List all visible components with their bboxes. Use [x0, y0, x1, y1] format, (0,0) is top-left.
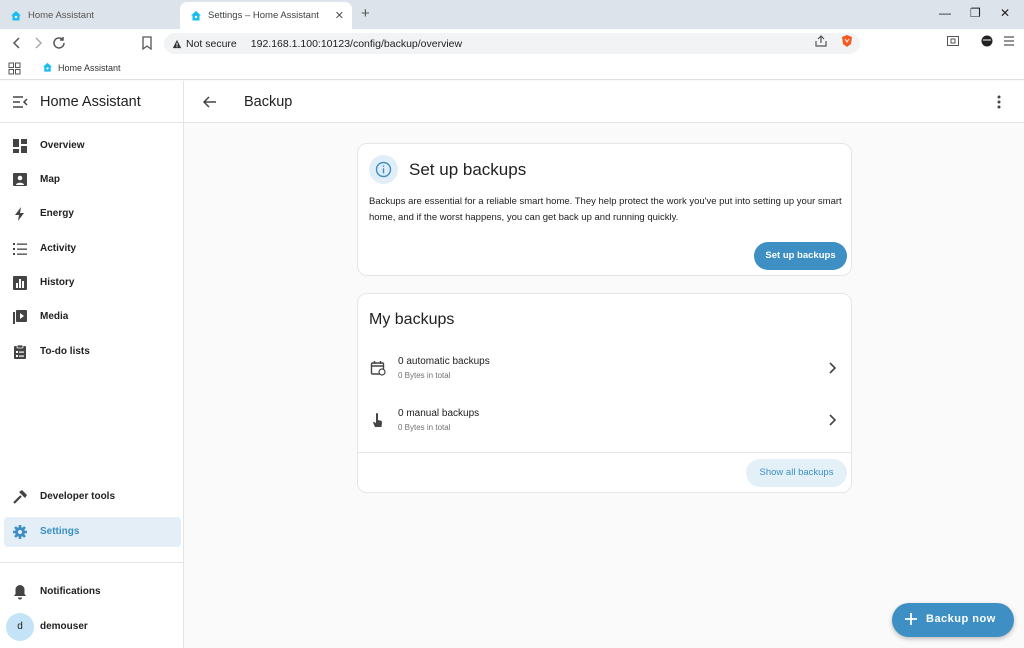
home-assistant-logo-icon	[42, 62, 53, 72]
sidebar-item-label: Settings	[40, 526, 80, 537]
menu-open-icon[interactable]	[12, 95, 28, 109]
dashboard-icon	[13, 139, 27, 153]
row-subtitle: 0 Bytes in total	[398, 371, 451, 380]
tab-title: Home Assistant	[28, 10, 94, 21]
tab-title: Settings – Home Assistant	[208, 10, 319, 21]
map-icon	[13, 173, 27, 186]
setup-card-description: Backups are essential for a reliable sma…	[369, 196, 842, 223]
bookmarks-bar: Home Assistant	[0, 58, 1024, 80]
sidebar-item-label: Energy	[40, 208, 74, 219]
plus-icon	[905, 613, 917, 625]
sidebar-item-label: Overview	[40, 140, 85, 151]
close-window-button[interactable]: ✕	[1000, 6, 1010, 20]
page-toolbar: Backup	[184, 81, 1024, 123]
sidebar-item-user[interactable]: demouser	[4, 612, 181, 642]
reload-icon[interactable]	[51, 35, 67, 51]
clipboard-icon	[14, 344, 26, 359]
brave-shield-icon[interactable]	[840, 34, 854, 48]
home-assistant-logo-icon	[11, 10, 21, 20]
bookmark-icon[interactable]	[139, 35, 155, 51]
set-up-backups-button[interactable]: Set up backups	[754, 242, 847, 270]
bookmark-home-assistant[interactable]: Home Assistant	[42, 62, 121, 73]
restore-window-button[interactable]: ❐	[970, 6, 981, 20]
apps-grid-icon[interactable]	[8, 62, 21, 75]
sidebar-header: Home Assistant	[0, 81, 183, 123]
share-icon[interactable]	[814, 34, 828, 48]
page-title: Backup	[244, 94, 293, 110]
sidebar-item-todo-lists[interactable]: To-do lists	[4, 337, 181, 367]
chevron-right-icon	[829, 362, 837, 374]
sidebar-item-history[interactable]: History	[4, 268, 181, 298]
backup-now-button[interactable]: Backup now	[892, 603, 1014, 637]
back-arrow-icon[interactable]	[202, 94, 218, 110]
close-tab-icon[interactable]: ✕	[335, 9, 344, 22]
bell-icon	[14, 585, 26, 600]
chart-icon	[13, 276, 27, 290]
sidebar-item-label: Media	[40, 311, 69, 322]
hamburger-menu-icon[interactable]	[1002, 34, 1016, 48]
sidebar-item-developer-tools[interactable]: Developer tools	[4, 482, 181, 512]
forward-arrow-icon[interactable]	[30, 35, 46, 51]
sidebar-item-label: Notifications	[40, 586, 101, 597]
browser-tab-settings[interactable]: Settings – Home Assistant ✕	[180, 2, 352, 29]
list-icon	[13, 243, 27, 255]
automatic-backups-row[interactable]: 0 automatic backups 0 Bytes in total	[358, 344, 851, 392]
fab-label: Backup now	[926, 613, 996, 625]
sidebar-panel-icon[interactable]	[946, 34, 960, 48]
gear-icon	[13, 525, 27, 539]
sidebar-item-map[interactable]: Map	[4, 165, 181, 195]
setup-card-title: Set up backups	[409, 160, 527, 179]
calendar-sync-icon	[370, 361, 386, 376]
sidebar-item-notifications[interactable]: Notifications	[4, 577, 181, 607]
sidebar-item-label: Activity	[40, 243, 77, 254]
chevron-right-icon	[829, 414, 837, 426]
row-title: 0 automatic backups	[398, 356, 490, 367]
sidebar-item-activity[interactable]: Activity	[4, 234, 181, 264]
home-assistant-logo-icon	[191, 10, 201, 20]
security-label: Not secure	[186, 37, 237, 50]
card-divider	[358, 452, 851, 453]
new-tab-icon[interactable]: +	[361, 5, 370, 22]
browser-tab-home-assistant[interactable]: Home Assistant	[0, 2, 178, 29]
lightning-icon	[15, 207, 24, 221]
more-vert-icon[interactable]	[994, 94, 1004, 110]
security-indicator[interactable]: Not secure	[172, 38, 237, 50]
url-text: 192.168.1.100:10123/config/backup/overvi…	[250, 37, 463, 50]
row-subtitle: 0 Bytes in total	[398, 423, 451, 432]
sidebar-item-label: Map	[40, 174, 60, 185]
browser-tab-strip: Home Assistant Settings – Home Assistant…	[0, 0, 1024, 29]
sidebar-title: Home Assistant	[40, 94, 141, 110]
warning-icon	[172, 39, 182, 48]
sidebar-item-label: To-do lists	[40, 346, 90, 357]
sidebar-item-media[interactable]: Media	[4, 302, 181, 332]
hammer-icon	[13, 490, 27, 504]
address-bar[interactable]: Not secure 192.168.1.100:10123/config/ba…	[164, 33, 860, 54]
ha-sidebar: Home Assistant Overview Map Energy Activ…	[0, 81, 184, 648]
my-backups-card: My backups 0 automatic backups 0 Bytes i…	[357, 293, 852, 493]
wallet-icon[interactable]	[980, 34, 994, 48]
sidebar-item-settings[interactable]: Settings	[4, 517, 181, 547]
sidebar-item-energy[interactable]: Energy	[4, 199, 181, 229]
my-backups-title: My backups	[369, 311, 455, 328]
bookmark-label: Home Assistant	[58, 62, 121, 73]
sidebar-divider	[0, 562, 183, 563]
media-icon	[13, 310, 27, 324]
manual-backups-row[interactable]: 0 manual backups 0 Bytes in total	[358, 396, 851, 444]
user-name: demouser	[40, 621, 88, 632]
minimize-window-button[interactable]: —	[939, 6, 951, 20]
back-arrow-icon[interactable]	[9, 35, 25, 51]
row-title: 0 manual backups	[398, 408, 480, 419]
sidebar-item-label: Developer tools	[40, 491, 116, 502]
sidebar-item-overview[interactable]: Overview	[4, 131, 181, 161]
gesture-tap-icon	[373, 413, 383, 427]
info-icon	[369, 155, 398, 184]
browser-toolbar: Not secure 192.168.1.100:10123/config/ba…	[0, 29, 1024, 58]
show-all-backups-button[interactable]: Show all backups	[746, 459, 847, 487]
setup-backups-card: Set up backups Backups are essential for…	[357, 143, 852, 276]
sidebar-item-label: History	[40, 277, 75, 288]
